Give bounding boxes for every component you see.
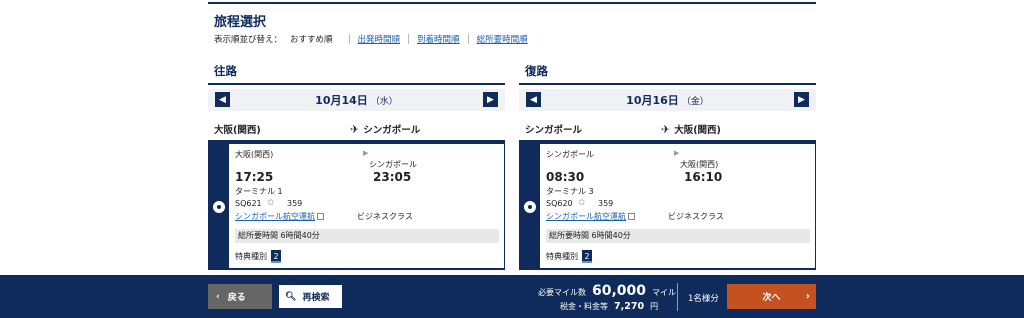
award-label: 特典種別 — [235, 252, 267, 261]
next-date-button[interactable]: ▶ — [483, 92, 498, 107]
next-date-button[interactable]: ▶ — [794, 92, 809, 107]
divider — [467, 34, 469, 44]
select-flight-radio[interactable] — [524, 201, 536, 213]
back-label: 戻る — [227, 293, 246, 303]
next-label: 次へ — [762, 293, 781, 303]
route-to: 大阪(関西) — [674, 125, 721, 136]
footer-bar: ‹ 戻る 🔍︎ 再検索 必要マイル数 60,000 マイル 税金・料金等 7,2… — [0, 275, 1024, 318]
route-from: 大阪(関西) — [214, 125, 261, 136]
award-badge[interactable]: 2 — [271, 250, 281, 263]
outbound-date: 10月14日 — [315, 94, 368, 107]
award-type-wrap: 特典種別 2 — [235, 250, 281, 263]
duration: 総所要時間 6時間40分 — [235, 229, 499, 243]
route-to-wrap: ✈ シンガポール — [350, 122, 421, 137]
outbound-column: 往路 ◀ 10月14日 （水） ▶ 大阪(関西) ✈ シンガポール 大阪(関西)… — [208, 63, 505, 270]
inbound-heading: 復路 — [525, 64, 548, 78]
sort-label: 表示順並び替え： — [214, 35, 283, 45]
miles-summary: 必要マイル数 60,000 マイル — [538, 283, 676, 299]
outbound-route: 大阪(関西) ✈ シンガポール — [208, 115, 505, 143]
aircraft: 359 — [287, 199, 303, 208]
outbound-heading: 往路 — [214, 64, 237, 78]
select-flight-radio[interactable] — [213, 201, 225, 213]
award-label: 特典種別 — [546, 252, 578, 261]
sort-duration-link[interactable]: 総所要時間順 — [477, 33, 528, 45]
flight-details: シンガポール ▶ 大阪(関西) 08:30 16:10 ターミナル 3 SQ62… — [540, 144, 815, 268]
arrow-icon: ▶ — [674, 149, 680, 157]
sort-current: おすすめ順 — [290, 35, 333, 45]
inbound-date-bar: ◀ 10月16日 （金） ▶ — [519, 89, 816, 111]
external-link-icon — [317, 213, 324, 220]
outbound-date-bar: ◀ 10月14日 （水） ▶ — [208, 89, 505, 111]
tax-summary: 税金・料金等 7,270 円 — [560, 301, 658, 312]
arrow-icon: ▶ — [363, 149, 369, 157]
dep-time: 17:25 — [235, 170, 274, 184]
tax-unit: 円 — [650, 302, 659, 311]
route-to-wrap: ✈ 大阪(関西) — [661, 122, 721, 137]
passenger-count: 1名様分 — [688, 294, 719, 304]
back-button[interactable]: ‹ 戻る — [208, 284, 272, 309]
inbound-flight-card[interactable]: シンガポール ▶ 大阪(関西) 08:30 16:10 ターミナル 3 SQ62… — [519, 140, 816, 270]
plane-icon: ✈ — [661, 122, 671, 136]
inbound-weekday: （金） — [681, 96, 709, 107]
prev-date-button[interactable]: ◀ — [526, 92, 541, 107]
divider — [677, 283, 678, 311]
research-button[interactable]: 🔍︎ 再検索 — [278, 284, 343, 309]
divider — [208, 83, 505, 85]
arr-time: 23:05 — [373, 170, 412, 184]
page-title: 旅程選択 — [214, 15, 267, 30]
arr-city: 大阪(関西) — [680, 160, 719, 169]
award-type-wrap: 特典種別 2 — [546, 250, 592, 263]
external-link-icon — [628, 213, 635, 220]
miles-unit: マイル — [652, 288, 677, 297]
airline-link[interactable]: シンガポール航空運航 — [546, 212, 626, 221]
aircraft: 359 — [598, 199, 614, 208]
research-label: 再検索 — [302, 293, 330, 303]
top-rule — [208, 2, 816, 4]
dep-city: 大阪(関西) — [235, 150, 274, 159]
star-alliance-icon: ✩ — [267, 198, 275, 208]
inbound-date: 10月16日 — [626, 94, 679, 107]
arr-time: 16:10 — [684, 170, 723, 184]
sort-departure-link[interactable]: 出発時間順 — [358, 33, 401, 45]
cabin-class: ビジネスクラス — [357, 212, 413, 221]
flight-details: 大阪(関西) ▶ シンガポール 17:25 23:05 ターミナル 1 SQ62… — [229, 144, 504, 268]
airline-link[interactable]: シンガポール航空運航 — [235, 212, 315, 221]
airline-wrap: シンガポール航空運航 — [235, 211, 324, 222]
chevron-left-icon: ‹ — [216, 291, 220, 302]
sort-bar: 表示順並び替え： おすすめ順 出発時間順 到着時間順 総所要時間順 — [214, 33, 528, 45]
award-badge[interactable]: 2 — [582, 250, 592, 263]
miles-label: 必要マイル数 — [538, 288, 586, 297]
inbound-route: シンガポール ✈ 大阪(関西) — [519, 115, 816, 143]
divider — [408, 34, 410, 44]
prev-date-button[interactable]: ◀ — [215, 92, 230, 107]
outbound-flight-card[interactable]: 大阪(関西) ▶ シンガポール 17:25 23:05 ターミナル 1 SQ62… — [208, 140, 505, 270]
airline-wrap: シンガポール航空運航 — [546, 211, 635, 222]
outbound-weekday: （水） — [370, 96, 398, 107]
dep-time: 08:30 — [546, 170, 585, 184]
star-alliance-icon: ✩ — [578, 198, 586, 208]
flight-number: SQ621 — [235, 199, 262, 208]
divider — [348, 34, 350, 44]
cabin-class: ビジネスクラス — [668, 212, 724, 221]
chevron-right-icon: › — [805, 291, 810, 302]
search-icon: 🔍︎ — [285, 291, 297, 302]
terminal: ターミナル 1 — [235, 187, 283, 196]
tax-label: 税金・料金等 — [560, 302, 608, 311]
next-button[interactable]: 次へ › — [727, 284, 816, 309]
plane-icon: ✈ — [350, 122, 360, 136]
arr-city: シンガポール — [369, 160, 417, 169]
tax-value: 7,270 — [614, 301, 645, 312]
sort-arrival-link[interactable]: 到着時間順 — [417, 33, 460, 45]
duration: 総所要時間 6時間40分 — [546, 229, 810, 243]
route-from: シンガポール — [525, 125, 583, 136]
terminal: ターミナル 3 — [546, 187, 594, 196]
flight-number: SQ620 — [546, 199, 573, 208]
inbound-column: 復路 ◀ 10月16日 （金） ▶ シンガポール ✈ 大阪(関西) シンガポール… — [519, 63, 816, 270]
miles-value: 60,000 — [592, 283, 647, 299]
route-to: シンガポール — [363, 125, 421, 136]
dep-city: シンガポール — [546, 150, 594, 159]
divider — [519, 83, 816, 85]
